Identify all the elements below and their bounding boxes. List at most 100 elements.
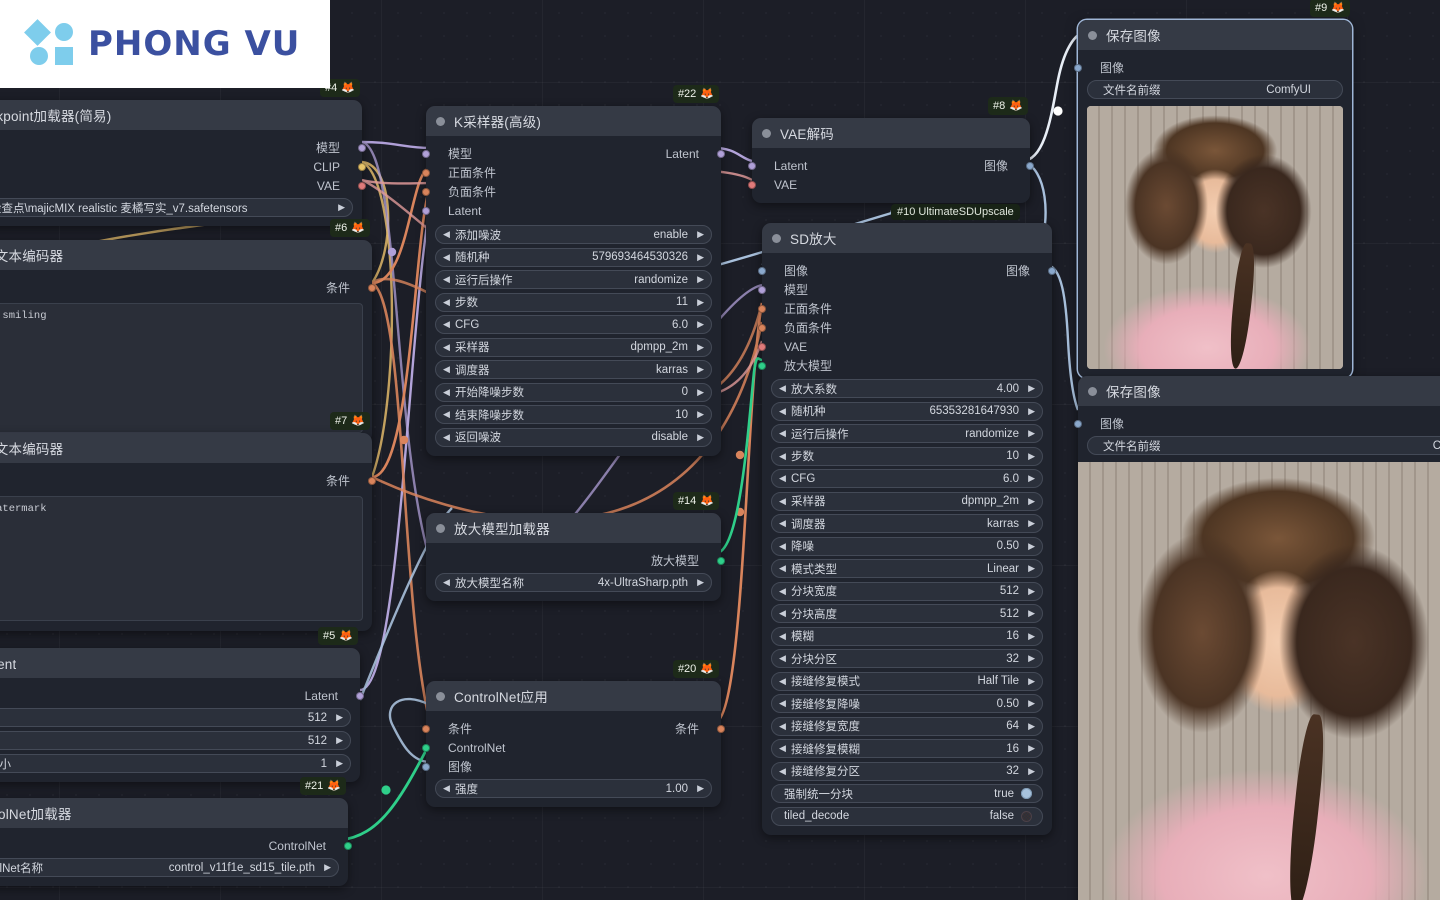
chevron-left-icon[interactable]: ◀	[443, 230, 453, 239]
output-pin-image[interactable]	[1026, 161, 1034, 170]
chevron-left-icon[interactable]: ◀	[779, 451, 789, 461]
chevron-right-icon[interactable]: ▶	[333, 713, 343, 722]
slot-pin[interactable]	[717, 556, 725, 565]
chevron-right-icon[interactable]: ▶	[694, 297, 704, 307]
node-header[interactable]: 保存图像	[1078, 376, 1440, 406]
slot-pin[interactable]	[758, 304, 766, 313]
link-label-ultimate-sd-upscale[interactable]: #10 UltimateSDUpscale	[891, 204, 1020, 220]
node-ultimate-sd-upscale[interactable]: SD放大 图像 图像 模型 正面条件 负面条件 VAE 放大模型 ◀ 放大系数 …	[758, 223, 1056, 835]
widget-scheduler[interactable]: ◀ 调度器 karras ▶	[435, 360, 712, 379]
widget-seam-fix-mask-blur[interactable]: ◀ 接缝修复模糊 16 ▶	[771, 739, 1043, 758]
node-header[interactable]: K采样器(高级)	[426, 106, 721, 136]
widget-sampler[interactable]: ◀ 采样器 dpmpp_2m ▶	[435, 337, 712, 357]
output-pin-conditioning[interactable]	[368, 283, 376, 292]
slot-row-image[interactable]: 图像 图像	[758, 261, 1056, 280]
input-slot-image[interactable]: 图像	[422, 757, 721, 776]
output-pin-conditioning[interactable]	[368, 476, 376, 485]
node-checkpoint-loader[interactable]: #4 🦊 Checkpoint加载器(简易) 模型 CLIP VAE	[0, 79, 366, 226]
widget-seed[interactable]: ◀ 随机种 65353281647930 ▶	[771, 401, 1043, 421]
output-slot-vae[interactable]: VAE	[0, 176, 366, 195]
input-pin-image[interactable]	[758, 266, 766, 275]
comfyui-graph-canvas[interactable]: #4 🦊 Checkpoint加载器(简易) 模型 CLIP VAE	[0, 0, 1440, 900]
widget-control-after-generate[interactable]: ◀ 运行后操作 randomize ▶	[435, 270, 712, 289]
chevron-right-icon[interactable]: ▶	[694, 275, 704, 284]
chevron-right-icon[interactable]: ▶	[694, 320, 704, 329]
chevron-right-icon[interactable]: ▶	[694, 387, 704, 397]
chevron-left-icon[interactable]: ◀	[779, 609, 789, 618]
chevron-left-icon[interactable]: ◀	[779, 519, 789, 528]
chevron-right-icon[interactable]: ▶	[694, 365, 704, 374]
chevron-right-icon[interactable]: ▶	[321, 863, 331, 872]
node-header[interactable]: CLIP文本编码器	[0, 433, 372, 463]
chevron-right-icon[interactable]: ▶	[1025, 744, 1035, 753]
slot-pin[interactable]	[422, 187, 430, 196]
chevron-right-icon[interactable]: ▶	[694, 578, 704, 587]
chevron-right-icon[interactable]: ▶	[1025, 564, 1035, 573]
widget-controlnet-name[interactable]: ◀ ControlNet名称 control_v11f1e_sd15_tile.…	[0, 858, 339, 877]
node-clip-text-encode-negative[interactable]: #7 🦊 CLIP文本编码器 CLIP 条件 text, watermark	[0, 412, 376, 631]
output-slot-upscale-model[interactable]: 放大模型	[426, 551, 725, 570]
chevron-right-icon[interactable]: ▶	[1025, 541, 1035, 551]
chevron-right-icon[interactable]: ▶	[1025, 654, 1035, 663]
slot-row-clip-conditioning[interactable]: CLIP 条件	[0, 278, 376, 297]
widget-strength[interactable]: ◀ 强度 1.00 ▶	[435, 779, 712, 798]
output-slot-clip[interactable]: CLIP	[0, 157, 366, 176]
input-slot-image[interactable]: 图像	[1074, 414, 1440, 433]
chevron-left-icon[interactable]: ◀	[779, 496, 789, 506]
prompt-textarea-positive[interactable]: 1 girl, smiling	[0, 303, 363, 433]
widget-filename-prefix[interactable]: 文件名前缀 Com	[1087, 436, 1440, 455]
chevron-right-icon[interactable]: ▶	[1025, 384, 1035, 393]
input-slot-controlnet[interactable]: ControlNet	[422, 738, 721, 757]
output-slot-latent[interactable]: Latent	[0, 686, 364, 705]
slot-pin[interactable]	[758, 285, 766, 294]
input-slot-latent[interactable]: Latent	[422, 201, 721, 220]
node-header[interactable]: ControlNet应用	[426, 681, 721, 711]
widget-upscale-by[interactable]: ◀ 放大系数 4.00 ▶	[771, 379, 1043, 398]
chevron-left-icon[interactable]: ◀	[779, 541, 789, 551]
chevron-right-icon[interactable]: ▶	[1025, 451, 1035, 461]
input-pin-conditioning[interactable]	[422, 724, 430, 733]
widget-mask-blur[interactable]: ◀ 模糊 16 ▶	[771, 626, 1043, 646]
chevron-right-icon[interactable]: ▶	[1025, 699, 1035, 708]
slot-pin[interactable]	[758, 342, 766, 351]
widget-filename-prefix[interactable]: 文件名前缀 ComfyUI	[1087, 80, 1343, 99]
slot-pin[interactable]	[758, 361, 766, 370]
toggle-knob-icon[interactable]	[1021, 810, 1032, 822]
chevron-left-icon[interactable]: ◀	[443, 365, 453, 374]
node-vae-decode[interactable]: #8 🦊 VAE解码 Latent 图像 VAE	[748, 97, 1034, 203]
chevron-left-icon[interactable]: ◀	[443, 784, 453, 793]
input-slot-model[interactable]: 模型	[758, 280, 1052, 299]
widget-mode-type[interactable]: ◀ 模式类型 Linear ▶	[771, 559, 1043, 578]
chevron-right-icon[interactable]: ▶	[1025, 609, 1035, 618]
chevron-right-icon[interactable]: ▶	[1025, 519, 1035, 528]
chevron-right-icon[interactable]: ▶	[694, 230, 704, 239]
collapse-dot-icon[interactable]	[1088, 30, 1097, 40]
slot-pin[interactable]	[422, 762, 430, 771]
chevron-right-icon[interactable]: ▶	[1025, 406, 1035, 416]
chevron-left-icon[interactable]: ◀	[779, 766, 789, 776]
input-slot-vae[interactable]: VAE	[758, 337, 1052, 356]
chevron-left-icon[interactable]: ◀	[779, 699, 789, 708]
widget-seam-fix-width[interactable]: ◀ 接缝修复宽度 64 ▶	[771, 716, 1043, 736]
chevron-left-icon[interactable]: ◀	[443, 342, 453, 352]
widget-seed[interactable]: ◀ 随机种 579693464530326 ▶	[435, 247, 712, 267]
chevron-left-icon[interactable]: ◀	[779, 721, 789, 731]
widget-tiled-decode[interactable]: tiled_decode false	[771, 806, 1043, 826]
output-slot-model[interactable]: 模型	[0, 138, 366, 157]
chevron-left-icon[interactable]: ◀	[779, 564, 789, 573]
chevron-left-icon[interactable]: ◀	[443, 275, 453, 284]
node-header[interactable]: Checkpoint加载器(简易)	[0, 100, 362, 130]
output-pin-image[interactable]	[1048, 266, 1056, 275]
widget-force-uniform-tiles[interactable]: 强制统一分块 true	[771, 784, 1043, 803]
image-preview-bottom[interactable]	[1078, 462, 1440, 900]
widget-seam-fix-padding[interactable]: ◀ 接缝修复分区 32 ▶	[771, 761, 1043, 781]
slot-pin[interactable]	[1074, 419, 1082, 428]
widget-batch-size[interactable]: ◀ 批次大小 1 ▶	[0, 754, 351, 773]
collapse-dot-icon[interactable]	[436, 691, 445, 701]
widget-tile-padding[interactable]: ◀ 分块分区 32 ▶	[771, 649, 1043, 668]
slot-row-conditioning[interactable]: 条件 条件	[422, 719, 725, 738]
chevron-left-icon[interactable]: ◀	[443, 252, 453, 262]
node-header[interactable]: 空Latent	[0, 648, 360, 678]
slot-pin[interactable]	[358, 162, 366, 171]
widget-width[interactable]: ◀ 宽度 512 ▶	[0, 708, 351, 727]
